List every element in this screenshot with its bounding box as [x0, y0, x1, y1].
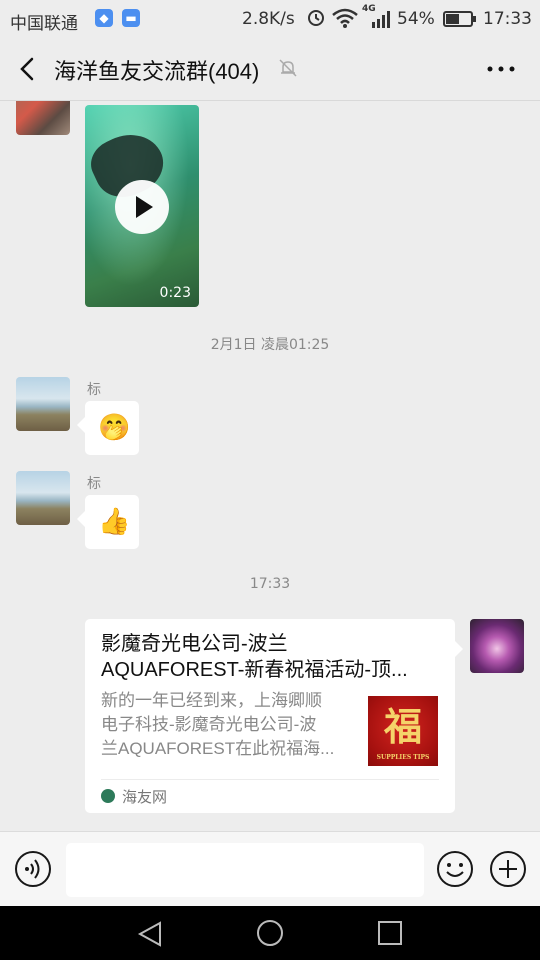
message-notification-icon: ▬: [122, 9, 140, 27]
nav-home-icon[interactable]: [255, 918, 285, 948]
mute-bell-icon: [279, 59, 297, 77]
system-nav-bar: [0, 906, 540, 960]
input-bar: [0, 831, 540, 907]
wifi-icon: [332, 8, 358, 28]
nav-back-icon[interactable]: [136, 920, 164, 948]
back-arrow-icon[interactable]: [14, 55, 42, 83]
more-dots-icon[interactable]: [486, 62, 516, 76]
play-icon: [136, 196, 153, 218]
link-source: 海友网: [122, 788, 168, 806]
link-desc-line: 兰AQUAFOREST在此祝福海...: [101, 739, 335, 758]
video-message[interactable]: 0:23: [85, 105, 199, 307]
status-bar: 中国联通 ◆ ▬ 2.8K/s 4G 54% 17:33: [0, 0, 540, 38]
chat-screen: 中国联通 ◆ ▬ 2.8K/s 4G 54% 17:33 海洋鱼友交流群(404…: [0, 0, 540, 960]
message-timestamp: 17:33: [249, 576, 291, 592]
signal-icon: [372, 11, 390, 28]
carrier-name: 中国联通: [10, 14, 78, 34]
link-title-line: AQUAFOREST-新春祝福活动-顶...: [101, 659, 408, 681]
link-desc-line: 新的一年已经到来，上海卿顺: [101, 691, 322, 710]
link-card-message[interactable]: 影魔奇光电公司-波兰 AQUAFOREST-新春祝福活动-顶... 新的一年已经…: [85, 619, 463, 813]
source-logo-icon: [101, 789, 115, 803]
clock: 17:33: [483, 9, 532, 29]
link-title: 影魔奇光电公司-波兰 AQUAFOREST-新春祝福活动-顶...: [101, 631, 441, 683]
video-duration: 0:23: [159, 285, 191, 301]
sender-name: 标: [87, 476, 101, 492]
sender-name: 标: [87, 382, 101, 398]
link-thumbnail: 福 SUPPLIES TIPS: [368, 696, 438, 766]
battery-percent: 54%: [397, 9, 435, 29]
message-timestamp: 2月1日 凌晨01:25: [210, 337, 330, 353]
network-speed: 2.8K/s: [242, 9, 295, 29]
message-list[interactable]: 0:23 2月1日 凌晨01:25 标 🤭 标 👍 17:33 影魔奇光电公司-…: [0, 101, 540, 831]
my-avatar[interactable]: [470, 619, 524, 673]
emoji: 👍: [98, 507, 131, 537]
link-desc-line: 电子科技-影魔奇光电公司-波: [101, 715, 317, 734]
avatar[interactable]: [16, 101, 70, 135]
avatar[interactable]: [16, 377, 70, 431]
chat-header: 海洋鱼友交流群(404): [0, 38, 540, 101]
emoji-message[interactable]: 🤭: [77, 401, 139, 455]
play-button[interactable]: [115, 180, 169, 234]
app-notification-icon: ◆: [95, 9, 113, 27]
thumbnail-caption: SUPPLIES TIPS: [376, 754, 430, 761]
message-input[interactable]: [66, 843, 424, 897]
emoji-face-icon[interactable]: [436, 850, 474, 888]
link-description: 新的一年已经到来，上海卿顺 电子科技-影魔奇光电公司-波 兰AQUAFOREST…: [101, 689, 359, 761]
plus-icon[interactable]: [489, 850, 527, 888]
chat-title: 海洋鱼友交流群(404): [54, 59, 260, 84]
emoji: 🤭: [98, 413, 131, 443]
link-title-line: 影魔奇光电公司-波兰: [101, 633, 288, 655]
voice-icon[interactable]: [14, 850, 52, 888]
alarm-icon: [308, 10, 324, 26]
thumbnail-fu-char: 福: [383, 704, 422, 749]
battery-icon: [443, 11, 476, 27]
nav-recent-icon[interactable]: [377, 920, 403, 946]
divider: [101, 779, 439, 780]
emoji-message[interactable]: 👍: [77, 495, 139, 549]
avatar[interactable]: [16, 471, 70, 525]
